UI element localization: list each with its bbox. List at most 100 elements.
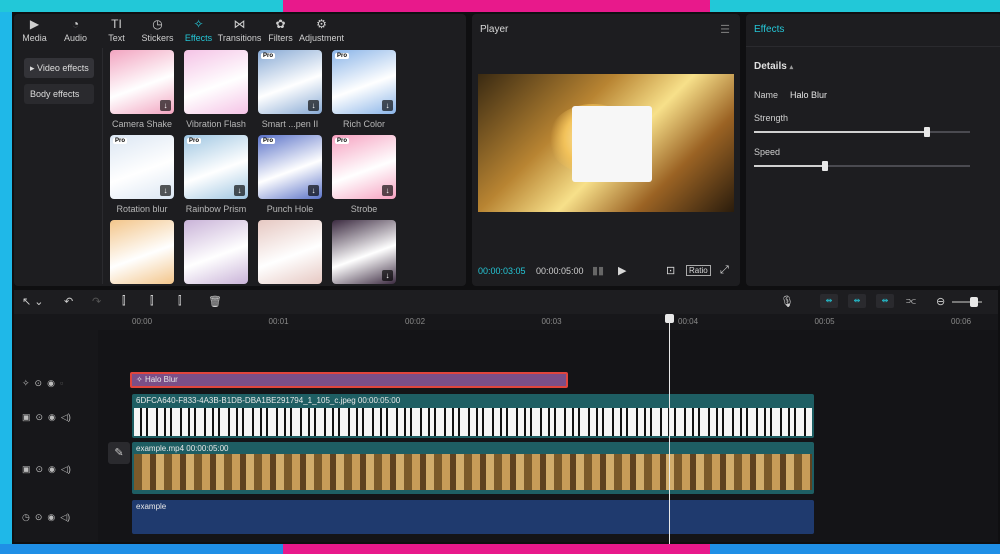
player-panel: Player ☰ 00:00:03:05 00:00:05:00 ▮▮ ▶ ⊡ … xyxy=(472,14,740,286)
snapshot-icon[interactable]: ⊡ xyxy=(666,264,675,277)
frame-icon: ▮▮ xyxy=(592,265,605,277)
sidebar-item-video-effects[interactable]: ▸ Video effects xyxy=(24,58,94,78)
effect-thumbnail[interactable] xyxy=(110,220,174,284)
sidebar-item-body-effects[interactable]: Body effects xyxy=(24,84,94,104)
zoom-knob[interactable] xyxy=(970,297,978,307)
effect-thumbnail[interactable] xyxy=(258,220,322,284)
download-icon[interactable]: ↓ xyxy=(382,270,393,281)
microphone-icon[interactable]: 🎙 xyxy=(780,295,794,308)
effect-label: Rotation blur xyxy=(116,204,168,214)
effect-label: Camera Shake xyxy=(111,119,173,129)
effect-thumbnail[interactable] xyxy=(184,220,248,284)
video-clip[interactable]: example.mp4 00:00:05:00 xyxy=(132,442,814,494)
timeline-ruler[interactable]: 00:00 00:01 00:02 00:03 00:04 00:05 00:06 xyxy=(14,314,998,330)
details-header[interactable]: Details ▴ xyxy=(754,61,793,72)
audio-track-controls[interactable]: ◷ ⊙ ◉ ◁) xyxy=(22,512,70,523)
effect-card[interactable]: Pro ↓ Rotation blur xyxy=(110,135,174,214)
effects-detail-panel: Effects Details ▴ Name Halo Blur Strengt… xyxy=(746,14,1000,286)
download-icon[interactable]: ↓ xyxy=(382,185,393,196)
effect-label: Rainbow Prism xyxy=(185,204,247,214)
download-icon[interactable]: ↓ xyxy=(308,185,319,196)
effect-thumbnail[interactable]: Pro ↓ xyxy=(184,135,248,199)
play-icon[interactable]: ▶ xyxy=(618,264,626,277)
effect-thumbnail[interactable]: Pro ↓ xyxy=(332,135,396,199)
effect-card[interactable] xyxy=(110,220,174,286)
download-icon[interactable]: ↓ xyxy=(308,100,319,111)
effect-card[interactable]: ↓ xyxy=(332,220,396,286)
tab-text[interactable]: TI Text xyxy=(96,14,137,46)
tab-filters[interactable]: ✿ Filters xyxy=(260,14,301,46)
effect-card[interactable]: Pro ↓ Punch Hole xyxy=(258,135,322,214)
effect-track-controls[interactable]: ✧ ⊙ ◉ ▫ xyxy=(22,378,63,389)
name-value: Halo Blur xyxy=(790,90,828,100)
select-tool-icon[interactable]: ↖ ⌄ xyxy=(22,295,44,308)
effects-grid: ↓ Camera Shake Vibration Flash Pro ↓ Smart ..… xyxy=(110,50,460,286)
speed-slider[interactable] xyxy=(754,161,970,171)
details-label: Details xyxy=(754,61,787,72)
ruler-tick-label: 00:01 xyxy=(268,317,289,326)
effect-thumbnail[interactable]: Pro ↓ xyxy=(110,135,174,199)
tab-stickers[interactable]: ◷ Stickers xyxy=(137,14,178,46)
video-preview[interactable] xyxy=(478,74,734,212)
strength-knob[interactable] xyxy=(923,127,930,137)
ruler-tick-label: 00:05 xyxy=(814,317,835,326)
effect-thumbnail[interactable] xyxy=(184,50,248,114)
image-track-controls[interactable]: ▣ ⊙ ◉ ◁) xyxy=(22,412,71,423)
effect-label: Strobe xyxy=(350,204,378,214)
download-icon[interactable]: ↓ xyxy=(160,100,171,111)
split-left-icon[interactable]: ⫿ xyxy=(150,295,154,308)
tab-label: Stickers xyxy=(141,32,174,43)
effect-card[interactable] xyxy=(184,220,248,286)
link-icon[interactable]: ⇹ xyxy=(820,294,838,308)
effect-thumbnail[interactable]: ↓ xyxy=(110,50,174,114)
download-icon[interactable]: ↓ xyxy=(160,185,171,196)
preview-axis-icon[interactable]: ⇹ xyxy=(876,294,894,308)
tab-effects[interactable]: ✧ Effects xyxy=(178,14,219,46)
pro-badge: Pro xyxy=(187,138,202,144)
strength-slider[interactable] xyxy=(754,127,970,137)
effect-thumbnail[interactable]: ↓ xyxy=(332,220,396,284)
fullscreen-icon[interactable]: ⤢ xyxy=(720,264,729,277)
effect-card[interactable]: Pro ↓ Rich Color xyxy=(332,50,396,129)
split-right-icon[interactable]: ⫿ xyxy=(178,295,182,308)
image-clip-label: 6DFCA640-F833-4A3B-B1DB-DBA1BE291794_1_1… xyxy=(136,396,401,405)
effect-card[interactable]: Pro ↓ Rainbow Prism xyxy=(184,135,248,214)
audio-clip[interactable]: example xyxy=(132,500,814,534)
redo-icon[interactable]: ↷ xyxy=(92,295,101,308)
split-icon[interactable]: ⫿ xyxy=(122,295,126,308)
media-icon: ▶ xyxy=(29,16,40,31)
tab-audio[interactable]: ◔ Audio xyxy=(55,14,96,46)
playhead-handle[interactable] xyxy=(665,314,674,323)
effect-label: Punch Hole xyxy=(266,204,314,214)
download-icon[interactable]: ↓ xyxy=(234,185,245,196)
effect-thumbnail[interactable]: Pro ↓ xyxy=(258,50,322,114)
effect-card[interactable]: Pro ↓ Strobe xyxy=(332,135,396,214)
undo-icon[interactable]: ↶ xyxy=(64,295,73,308)
snap-icon[interactable]: ⇹ xyxy=(848,294,866,308)
playhead[interactable] xyxy=(669,314,670,544)
effect-card[interactable]: ↓ Camera Shake xyxy=(110,50,174,129)
transitions-icon: ⋈ xyxy=(233,16,246,31)
effect-thumbnail[interactable]: Pro ↓ xyxy=(258,135,322,199)
effect-thumbnail[interactable]: Pro ↓ xyxy=(332,50,396,114)
audio-clip-label: example xyxy=(136,502,167,511)
tab-media[interactable]: ▶ Media xyxy=(14,14,55,46)
ratio-button[interactable]: Ratio xyxy=(686,265,711,276)
effect-card[interactable] xyxy=(258,220,322,286)
speed-knob[interactable] xyxy=(822,161,829,171)
menu-icon[interactable]: ☰ xyxy=(720,23,730,36)
tab-adjustment[interactable]: ⚙ Adjustment xyxy=(299,14,344,46)
image-clip[interactable]: 6DFCA640-F833-4A3B-B1DB-DBA1BE291794_1_1… xyxy=(132,394,814,438)
download-icon[interactable]: ↓ xyxy=(382,100,393,111)
effect-card[interactable]: Pro ↓ Smart ...pen II xyxy=(258,50,322,129)
video-track-controls[interactable]: ▣ ⊙ ◉ ◁) xyxy=(22,464,71,475)
delete-icon[interactable]: 🗑 xyxy=(208,295,222,308)
strength-fill xyxy=(754,131,927,133)
tab-transitions[interactable]: ⋈ Transitions xyxy=(218,14,262,46)
edit-cover-icon[interactable]: ✎ xyxy=(108,442,130,464)
split-screen-icon[interactable]: ⫗ xyxy=(906,295,916,308)
effect-card[interactable]: Vibration Flash xyxy=(184,50,248,129)
stickers-icon: ◷ xyxy=(152,16,163,31)
zoom-out-icon[interactable]: ⊖ xyxy=(936,295,945,308)
effect-clip[interactable]: ✧ Halo Blur xyxy=(130,372,568,388)
